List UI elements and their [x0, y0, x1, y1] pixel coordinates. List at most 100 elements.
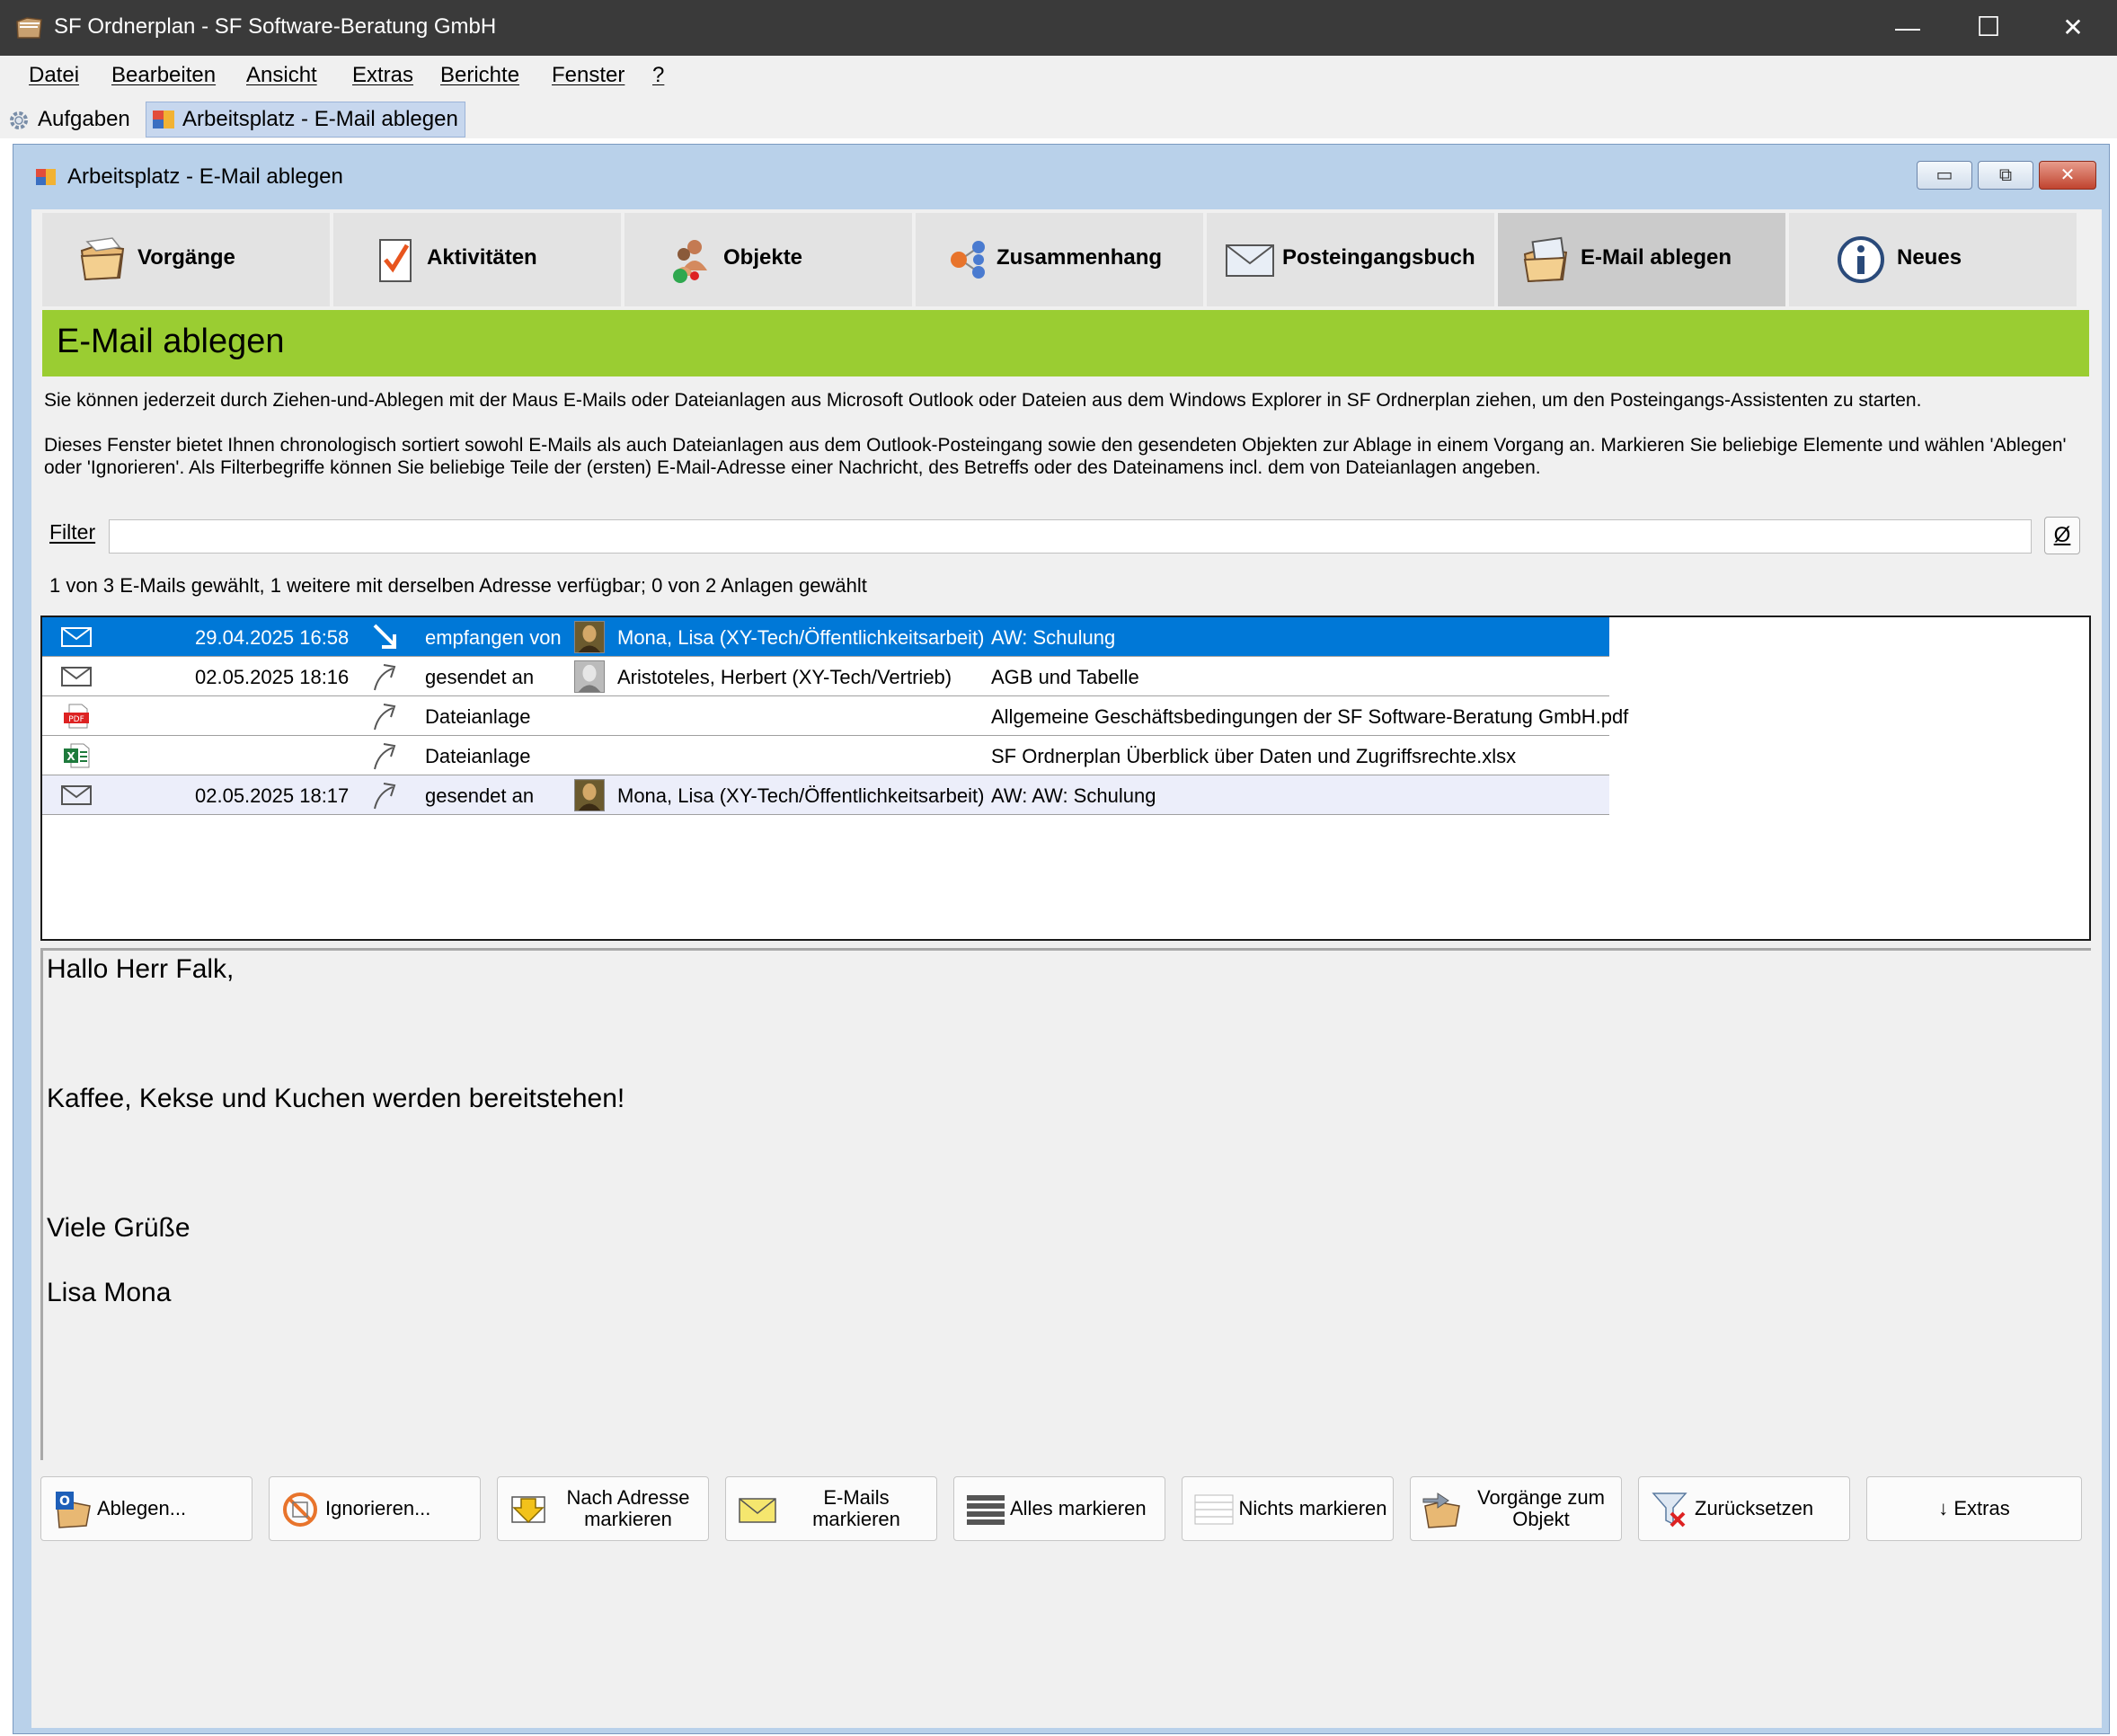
menu-bar: Datei Bearbeiten Ansicht Extras Berichte… [0, 56, 2117, 99]
pdf-icon: PDF [64, 704, 89, 729]
preview-signature: Lisa Mona [47, 1278, 172, 1307]
mdi-window-controls: ▭ ⧉ ✕ [1917, 161, 2096, 190]
ignorieren-label: Ignorieren... [325, 1497, 431, 1519]
alles-markieren-label: Alles markieren [1010, 1497, 1147, 1519]
close-button[interactable]: ✕ [2031, 0, 2115, 56]
checklist-icon [379, 239, 412, 282]
tab-aufgaben[interactable]: Aufgaben [5, 103, 130, 136]
extras-label: ↓ Extras [1938, 1497, 2010, 1519]
outgoing-arrow-icon [374, 783, 396, 810]
ablegen-label: Ablegen... [97, 1497, 187, 1519]
menu-ansicht[interactable]: Ansicht [246, 63, 317, 88]
emails-markieren-button[interactable]: E-Mails markieren [725, 1476, 937, 1541]
nav-aktivitaeten-label: Aktivitäten [427, 245, 537, 270]
preview-closing: Viele Grüße [47, 1213, 190, 1243]
nav-posteingangsbuch[interactable]: Posteingangsbuch [1207, 213, 1494, 306]
list-item[interactable]: 02.05.2025 18:16 gesendet an Aristoteles… [42, 657, 1609, 696]
nav-posteingangsbuch-label: Posteingangsbuch [1282, 245, 1475, 270]
nav-objekte-label: Objekte [723, 245, 803, 270]
folder-icon [80, 237, 125, 281]
list-item[interactable]: X Dateianlage SF Ordnerplan Überblick üb… [42, 736, 1609, 775]
extras-button[interactable]: ↓ Extras [1866, 1476, 2082, 1541]
avatar [574, 621, 605, 653]
description-1: Sie können jederzeit durch Ziehen-und-Ab… [44, 390, 1922, 411]
list-item[interactable]: 02.05.2025 18:17 gesendet an Mona, Lisa … [42, 775, 1609, 815]
svg-text:PDF: PDF [68, 715, 84, 724]
alles-markieren-button[interactable]: Alles markieren [953, 1476, 1165, 1541]
avatar [574, 779, 605, 811]
item-action: gesendet an [425, 666, 535, 688]
item-list[interactable]: 29.04.2025 16:58 empfangen von Mona, Lis… [40, 616, 2091, 941]
tab-arbeitsplatz-label: Arbeitsplatz - E-Mail ablegen [182, 107, 458, 131]
nach-adresse-markieren-button[interactable]: Nach Adresse markieren [497, 1476, 709, 1541]
item-person: Mona, Lisa (XY-Tech/Öffentlichkeitsarbei… [617, 784, 985, 807]
mdi-restore-button[interactable]: ⧉ [1978, 161, 2033, 190]
nav-neues[interactable]: Neues [1789, 213, 2077, 306]
mdi-window: Arbeitsplatz - E-Mail ablegen ▭ ⧉ ✕ Vorg… [13, 144, 2110, 1734]
lines-empty-icon [1194, 1494, 1234, 1525]
nach-adresse-markieren-label: Nach Adresse markieren [566, 1486, 690, 1530]
outgoing-arrow-icon [374, 664, 396, 691]
app-icon [16, 17, 42, 39]
message-preview[interactable]: Hallo Herr Falk, Kaffee, Kekse und Kuche… [40, 948, 2091, 1460]
selection-status: 1 von 3 E-Mails gewählt, 1 weitere mit d… [49, 574, 867, 597]
list-item[interactable]: 29.04.2025 16:58 empfangen von Mona, Lis… [42, 617, 1609, 657]
filter-clear-button[interactable]: Ø [2044, 517, 2080, 554]
folder-arrow-icon [1422, 1492, 1460, 1528]
nichts-markieren-button[interactable]: Nichts markieren [1182, 1476, 1394, 1541]
mail-icon [61, 667, 92, 686]
item-date: 02.05.2025 18:17 [195, 784, 350, 807]
maximize-button[interactable]: ☐ [1946, 0, 2031, 56]
module-nav: Vorgänge Aktivitäten Objekte Zusammenhan… [42, 213, 2077, 306]
item-action: Dateianlage [425, 705, 531, 728]
list-item[interactable]: PDF Dateianlage Allgemeine Geschäftsbedi… [42, 696, 1628, 736]
item-action: Dateianlage [425, 745, 531, 767]
menu-fenster[interactable]: Fenster [552, 63, 624, 88]
vorgaenge-zum-objekt-button[interactable]: Vorgänge zum Objekt [1410, 1476, 1622, 1541]
description-2: Dieses Fenster bietet Ihnen chronologisc… [44, 435, 2067, 478]
item-action: gesendet an [425, 784, 535, 807]
nichts-markieren-label: Nichts markieren [1238, 1497, 1387, 1519]
forbidden-icon [283, 1492, 317, 1527]
minimize-button[interactable]: — [1865, 0, 1950, 56]
envelope-icon [1226, 244, 1274, 277]
window-titlebar: SF Ordnerplan - SF Software-Beratung Gmb… [0, 0, 2117, 56]
excel-icon: X [64, 743, 90, 768]
menu-bearbeiten[interactable]: Bearbeiten [111, 63, 216, 88]
page-header: E-Mail ablegen [42, 310, 2089, 376]
item-action: empfangen von [425, 626, 562, 649]
nav-zusammenhang-label: Zusammenhang [996, 245, 1163, 270]
tab-arbeitsplatz[interactable]: Arbeitsplatz - E-Mail ablegen [146, 102, 465, 137]
nav-vorgaenge[interactable]: Vorgänge [42, 213, 330, 306]
nav-email-ablegen[interactable]: E-Mail ablegen [1498, 213, 1785, 306]
item-subject: AW: AW: Schulung [991, 784, 1156, 807]
preview-greeting: Hallo Herr Falk, [47, 954, 235, 984]
workspace-icon [36, 169, 56, 185]
page-title: E-Mail ablegen [57, 323, 285, 360]
item-subject: AW: Schulung [991, 626, 1116, 649]
network-icon [951, 241, 985, 279]
menu-extras[interactable]: Extras [352, 63, 413, 88]
mdi-close-button[interactable]: ✕ [2039, 161, 2096, 190]
ignorieren-button[interactable]: Ignorieren... [269, 1476, 481, 1541]
info-icon [1838, 236, 1884, 283]
tab-aufgaben-label: Aufgaben [38, 107, 130, 131]
outgoing-arrow-icon [374, 743, 396, 770]
nav-aktivitaeten[interactable]: Aktivitäten [333, 213, 621, 306]
menu-datei[interactable]: Datei [29, 63, 79, 88]
zuruecksetzen-label: Zurücksetzen [1695, 1497, 1814, 1519]
lines-filled-icon [967, 1495, 1005, 1525]
menu-help[interactable]: ? [652, 63, 664, 88]
zuruecksetzen-button[interactable]: Zurücksetzen [1638, 1476, 1850, 1541]
menu-berichte[interactable]: Berichte [440, 63, 519, 88]
item-person: Aristoteles, Herbert (XY-Tech/Vertrieb) [617, 666, 952, 688]
nav-zusammenhang[interactable]: Zusammenhang [916, 213, 1203, 306]
mdi-minimize-button[interactable]: ▭ [1917, 161, 1972, 190]
outlook-folder-icon: O [56, 1492, 91, 1528]
nav-neues-label: Neues [1897, 245, 1962, 270]
ablegen-button[interactable]: O Ablegen... [40, 1476, 252, 1541]
filter-input[interactable] [109, 519, 2032, 554]
nav-objekte[interactable]: Objekte [624, 213, 912, 306]
window-title: SF Ordnerplan - SF Software-Beratung Gmb… [54, 14, 497, 39]
item-subject: Allgemeine Geschäftsbedingungen der SF S… [991, 705, 1629, 728]
